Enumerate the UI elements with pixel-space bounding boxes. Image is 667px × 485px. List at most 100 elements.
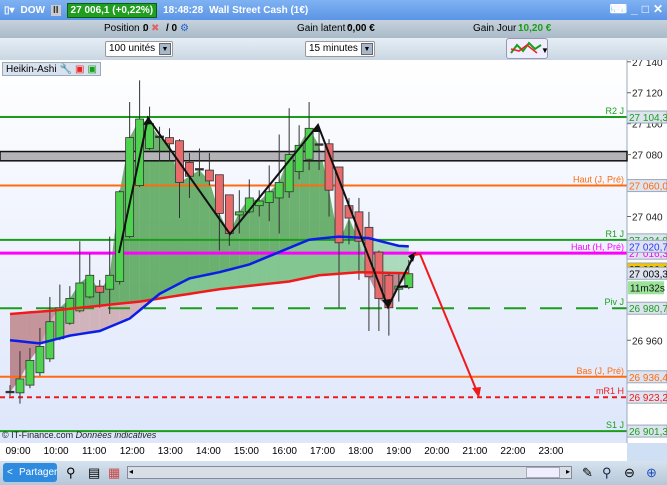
price-tick-label: 27 120 bbox=[632, 89, 663, 100]
level-label: R2 J bbox=[605, 106, 624, 116]
chevron-down-icon[interactable]: ▼ bbox=[159, 43, 171, 55]
candle-body[interactable] bbox=[264, 191, 274, 203]
ma-band bbox=[299, 239, 310, 280]
candle-body[interactable] bbox=[234, 211, 244, 216]
candle-body[interactable] bbox=[65, 298, 75, 324]
buy-icon[interactable]: ▣ bbox=[87, 64, 96, 75]
candle-body[interactable] bbox=[5, 390, 15, 394]
price-tag: 26 980,7 bbox=[629, 304, 667, 315]
level-label: mR1 H bbox=[596, 386, 624, 396]
time-label: 23:00 bbox=[538, 446, 564, 457]
price-tick-label: 27 140 bbox=[632, 60, 663, 69]
ma-band bbox=[19, 312, 30, 343]
price-tick-label: 27 080 bbox=[632, 151, 663, 162]
ma-band bbox=[309, 238, 320, 278]
minimize-button[interactable]: _ bbox=[631, 2, 638, 16]
candle-chart-icon[interactable]: ▯▾ bbox=[4, 5, 15, 16]
quantity-value: 100 unités bbox=[109, 43, 156, 54]
maximize-button[interactable]: □ bbox=[642, 2, 649, 16]
copyright-text: © IT-Finance.com bbox=[2, 430, 74, 440]
price-tag: 26 923,2 bbox=[629, 393, 667, 404]
timeframe-value: 15 minutes bbox=[309, 43, 358, 54]
ma-band bbox=[89, 305, 100, 333]
close-position-icon[interactable]: ✖ bbox=[151, 23, 159, 34]
timeframe-select[interactable]: 15 minutes ▼ bbox=[305, 41, 375, 57]
candle-body[interactable] bbox=[324, 143, 334, 191]
share-icon: < bbox=[7, 467, 13, 478]
trend-area bbox=[149, 123, 160, 301]
price-tag: 27 060,0 bbox=[629, 182, 667, 193]
scroll-left-icon[interactable]: ◂ bbox=[129, 467, 133, 476]
candle-body[interactable] bbox=[195, 168, 204, 171]
chart-type-header: Heikin-Ashi 🔧 ▣ ▣ bbox=[2, 62, 101, 76]
zoom-in-icon[interactable]: ⊕ bbox=[646, 465, 657, 481]
draw-tool-icon[interactable]: ✎ bbox=[582, 465, 593, 481]
indicators-button[interactable]: ▼ bbox=[506, 38, 549, 59]
depth-icon[interactable]: ▦ bbox=[108, 465, 120, 481]
compare-icon[interactable]: ⚲ bbox=[66, 465, 76, 481]
notes-icon[interactable]: ▤ bbox=[88, 465, 100, 481]
ma-band bbox=[29, 311, 40, 344]
copyright: © IT-Finance.com Données indicatives bbox=[2, 430, 156, 440]
level-label: R1 J bbox=[605, 229, 624, 239]
settings-gear-icon[interactable]: ⚙ bbox=[180, 23, 189, 34]
bottom-toolbar: < Partager ⚲ ▤ ▦ ◂ ▸ ✎ ⚲ ⊖ ⊕ bbox=[0, 461, 667, 485]
title-bar: ▯▾ DOW II 27 006,1 (+0,22%) 18:48:28 Wal… bbox=[0, 0, 667, 20]
toolbar: 100 unités ▼ 15 minutes ▼ bbox=[0, 38, 667, 60]
candle-body[interactable] bbox=[85, 274, 95, 298]
symbol[interactable]: DOW bbox=[21, 5, 45, 16]
candle-body[interactable] bbox=[204, 169, 214, 182]
horizontal-scrollbar[interactable]: ◂ ▸ bbox=[127, 466, 572, 479]
info-bar: Position : 0 ✖ / 0 ⚙ Gain latent : 0,00 … bbox=[0, 20, 667, 38]
price-tag: 26 936,4 bbox=[629, 373, 667, 384]
ma-band bbox=[388, 243, 399, 274]
scroll-right-icon[interactable]: ▸ bbox=[566, 467, 570, 476]
candle-body[interactable] bbox=[274, 182, 284, 199]
pause-icon[interactable]: II bbox=[50, 4, 61, 16]
price-tag: 27 020,7 bbox=[629, 242, 667, 253]
candle-body[interactable] bbox=[105, 274, 115, 290]
candle-body[interactable] bbox=[95, 285, 105, 293]
candle-body[interactable] bbox=[214, 174, 224, 214]
quantity-select[interactable]: 100 unités ▼ bbox=[105, 41, 173, 57]
level-label: Piv J bbox=[604, 297, 624, 307]
sell-icon[interactable]: ▣ bbox=[75, 64, 84, 75]
chart-type-label[interactable]: Heikin-Ashi bbox=[6, 64, 57, 75]
time-label: 13:00 bbox=[157, 446, 183, 457]
candle-body[interactable] bbox=[25, 359, 35, 386]
chevron-down-icon[interactable]: ▼ bbox=[361, 43, 373, 55]
gain-latent-value: 0,00 € bbox=[347, 23, 375, 34]
zoom-out-icon[interactable]: ⊖ bbox=[624, 465, 635, 481]
gain-jour-value: 10,20 € bbox=[518, 23, 552, 34]
time-label: 14:00 bbox=[195, 446, 221, 457]
small-arrow bbox=[397, 285, 409, 288]
candle-body[interactable] bbox=[35, 346, 45, 374]
disclaimer-text: Données indicatives bbox=[75, 430, 157, 440]
price-chart[interactable]: R2 J Haut (J, Pré) R1 J Haut (H, Pré) Piv J B… bbox=[0, 60, 667, 443]
price-tick-label: 26 960 bbox=[632, 336, 663, 347]
wrench-icon[interactable]: 🔧 bbox=[60, 64, 72, 75]
candle-body[interactable] bbox=[15, 378, 25, 394]
price-tag: 27 104,3 bbox=[629, 113, 667, 124]
candle-body[interactable] bbox=[55, 307, 65, 340]
level-label: Haut (H, Pré) bbox=[571, 242, 624, 252]
ma-band bbox=[10, 313, 20, 342]
instrument-name: Wall Street Cash (1€) bbox=[209, 4, 309, 16]
time-label: 20:00 bbox=[424, 446, 450, 457]
time-label: 15:00 bbox=[233, 446, 259, 457]
level-label: S1 J bbox=[606, 420, 624, 430]
ma-band bbox=[289, 243, 300, 282]
time-label: 17:00 bbox=[310, 446, 336, 457]
close-button[interactable]: ✕ bbox=[653, 2, 663, 16]
gain-jour-label: Gain Jour : bbox=[473, 23, 522, 34]
scroll-thumb[interactable] bbox=[526, 467, 560, 478]
keyboard-icon[interactable]: ⌨ bbox=[610, 2, 627, 16]
candle-body[interactable] bbox=[314, 143, 324, 146]
share-button[interactable]: < Partager bbox=[3, 463, 57, 482]
trend-area bbox=[179, 176, 190, 296]
time-label: 11:00 bbox=[81, 446, 107, 457]
time-label: 22:00 bbox=[500, 446, 526, 457]
zoom-fit-icon[interactable]: ⚲ bbox=[602, 465, 612, 481]
price-tick-label: 27 040 bbox=[632, 213, 663, 224]
svg-text:▼: ▼ bbox=[541, 46, 547, 55]
